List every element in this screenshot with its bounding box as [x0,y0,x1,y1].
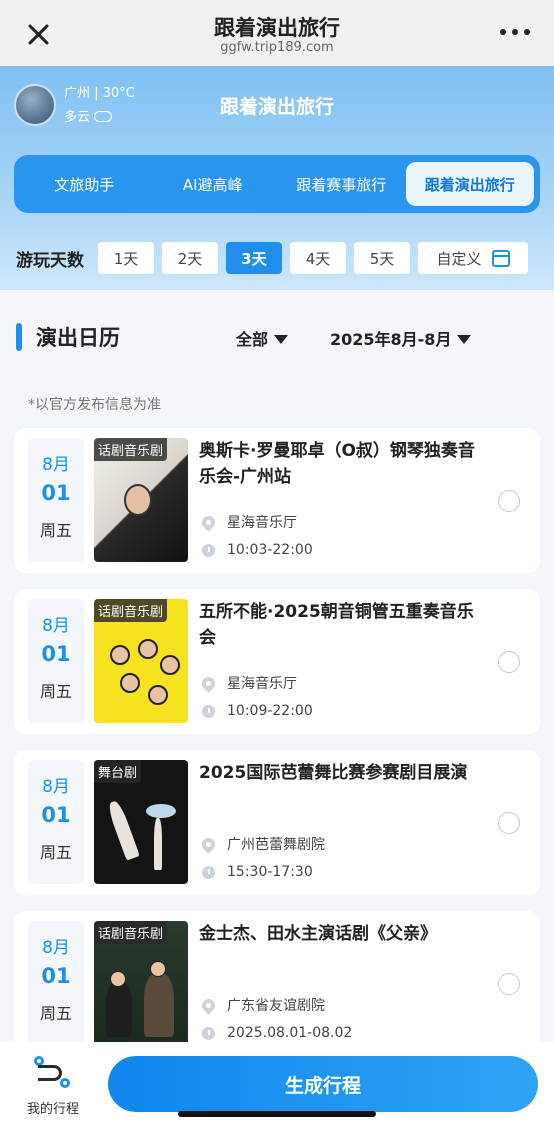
clock-icon [202,704,215,718]
custom-label: 自定义 [436,249,482,268]
day-option-custom[interactable]: 自定义 [418,242,528,274]
event-venue: 广州芭蕾舞剧院 [199,834,325,854]
event-day: 01 [41,642,71,666]
nav-url: ggfw.trip189.com [220,40,334,55]
select-radio[interactable] [498,973,520,995]
event-venue-text: 广东省友谊剧院 [227,998,325,1014]
event-title: 2025国际芭蕾舞比赛参赛剧目展演 [199,763,468,783]
day-option-3[interactable]: 3天 [226,242,282,274]
event-month: 8月 [42,938,70,958]
caret-down-icon [274,335,289,344]
select-radio[interactable] [498,490,520,512]
hero-title: 跟着演出旅行 [219,96,334,118]
tab-ai-avoid-peak[interactable]: AI避高峰 [149,162,278,206]
my-trip-icon[interactable] [34,1056,70,1088]
my-trip-label[interactable]: 我的行程 [18,1098,88,1117]
event-date: 8月 01 周五 [28,599,84,723]
location-pin-icon [199,512,218,532]
event-time: 2025.08.01-08.02 [202,1025,352,1041]
select-radio[interactable] [498,651,520,673]
location-pin-icon [199,995,218,1015]
location-pin-icon [199,673,218,693]
more-icon[interactable] [500,24,530,40]
event-venue: 星海音乐厅 [199,673,297,693]
event-time-text: 10:09-22:00 [227,703,313,719]
event-time: 15:30-17:30 [202,864,313,880]
event-poster: 话剧音乐剧 [94,921,188,1045]
event-title: 奥斯卡·罗曼耶卓（O叔）钢琴独奏音乐会-广州站 [199,441,475,487]
event-venue-text: 广州芭蕾舞剧院 [227,837,325,853]
event-card[interactable]: 8月 01 周五 舞台剧 2025国际芭蕾舞比赛参赛剧目展演 广州芭蕾舞剧院 1… [14,750,540,895]
clock-icon [202,865,215,879]
event-poster: 话剧音乐剧 [94,599,188,723]
category-filter-label: 全部 [236,330,269,349]
event-weekday: 周五 [39,521,72,540]
clock-icon [202,543,215,557]
day-option-1[interactable]: 1天 [98,242,154,274]
day-option-5[interactable]: 5天 [354,242,410,274]
event-venue: 星海音乐厅 [199,512,297,532]
feature-tabs: 文旅助手 AI避高峰 跟着赛事旅行 跟着演出旅行 [14,155,540,213]
event-venue-text: 星海音乐厅 [227,676,297,692]
event-month: 8月 [42,777,70,797]
event-venue-text: 星海音乐厅 [227,515,297,531]
event-month: 8月 [42,616,70,636]
event-time: 10:09-22:00 [202,703,313,719]
day-option-4[interactable]: 4天 [290,242,346,274]
tab-show-travel[interactable]: 跟着演出旅行 [405,162,534,206]
official-info-note: *以官方发布信息为准 [28,397,161,413]
event-time-text: 2025.08.01-08.02 [227,1025,353,1041]
calendar-icon [491,249,510,267]
event-weekday: 周五 [39,682,72,701]
month-filter[interactable]: 2025年8月-8月 [330,326,472,350]
event-category-tag: 话剧音乐剧 [94,921,168,944]
event-day: 01 [41,481,71,505]
section-title: 演出日历 [36,326,120,350]
tab-culture-assistant[interactable]: 文旅助手 [20,162,149,206]
event-category-tag: 话剧音乐剧 [94,599,168,622]
section-accent-bar [16,323,22,351]
select-radio[interactable] [498,812,520,834]
clock-icon [202,1026,215,1040]
tab-sports-travel[interactable]: 跟着赛事旅行 [277,162,406,206]
event-time: 10:03-22:00 [202,542,313,558]
event-category-tag: 舞台剧 [94,760,142,783]
category-filter[interactable]: 全部 [236,326,289,350]
event-title: 金士杰、田水主演话剧《父亲》 [199,924,437,944]
event-time-text: 15:30-17:30 [227,864,313,880]
nav-title: 跟着演出旅行 [214,16,340,40]
home-indicator [178,1111,376,1117]
event-weekday: 周五 [39,1004,72,1023]
month-filter-label: 2025年8月-8月 [330,330,452,349]
event-time-text: 10:03-22:00 [227,542,313,558]
event-category-tag: 话剧音乐剧 [94,438,168,461]
event-date: 8月 01 周五 [28,760,84,884]
event-poster: 话剧音乐剧 [94,438,188,562]
event-day: 01 [41,964,71,988]
event-month: 8月 [42,455,70,475]
event-card[interactable]: 8月 01 周五 话剧音乐剧 金士杰、田水主演话剧《父亲》 广东省友谊剧院 20… [14,911,540,1056]
event-date: 8月 01 周五 [28,438,84,562]
trip-days-label: 游玩天数 [16,250,84,271]
location-pin-icon [199,834,218,854]
trip-days-selector: 游玩天数 1天 2天 3天 4天 5天 自定义 [0,226,554,290]
event-venue: 广东省友谊剧院 [199,995,325,1015]
generate-itinerary-button[interactable]: 生成行程 [108,1056,538,1112]
event-weekday: 周五 [39,843,72,862]
day-option-2[interactable]: 2天 [162,242,218,274]
event-card[interactable]: 8月 01 周五 话剧音乐剧 奥斯卡·罗曼耶卓（O叔）钢琴独奏音乐会-广州站 星… [14,428,540,573]
caret-down-icon [457,335,472,344]
event-title: 五所不能·2025朝音铜管五重奏音乐会 [199,602,474,648]
event-date: 8月 01 周五 [28,921,84,1045]
top-nav-bar: 跟着演出旅行 ggfw.trip189.com [0,0,554,66]
show-calendar-section: 演出日历 全部 2025年8月-8月 *以官方发布信息为准 8月 01 周五 话… [0,290,554,1056]
event-poster: 舞台剧 [94,760,188,884]
hero-header: 广州 | 30°C 多云 跟着演出旅行 文旅助手 AI避高峰 跟着赛事旅行 跟着… [0,66,554,290]
event-card[interactable]: 8月 01 周五 话剧音乐剧 五所不能·2025朝音铜管五重奏音乐会 星海音乐厅… [14,589,540,734]
event-day: 01 [41,803,71,827]
